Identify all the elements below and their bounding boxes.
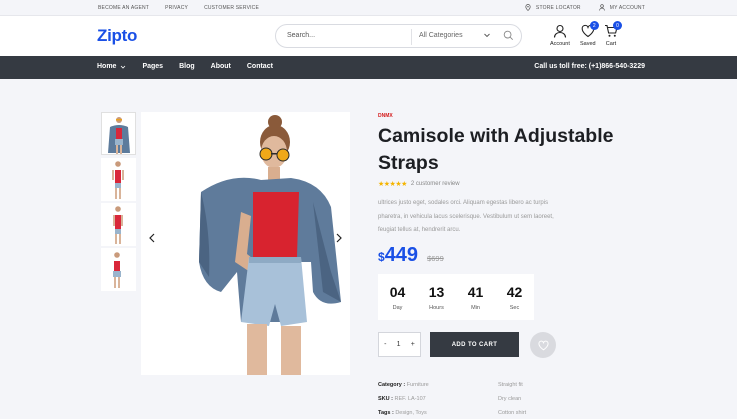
quantity-stepper: - 1 + — [378, 332, 421, 357]
countdown-value: 42 — [506, 283, 523, 300]
add-to-wishlist-button[interactable] — [530, 332, 556, 358]
product-sku: SKU : REF. LA-107 — [378, 396, 426, 402]
saved-label: Saved — [580, 41, 596, 47]
chevron-down-icon — [120, 64, 126, 70]
chevron-right-icon — [336, 233, 342, 243]
search-icon[interactable] — [503, 30, 514, 41]
customer-service-link[interactable]: CUSTOMER SERVICE — [204, 5, 259, 11]
review-count[interactable]: 2 customer review — [411, 181, 460, 187]
search-divider — [411, 29, 412, 45]
store-locator-link[interactable]: STORE LOCATOR — [525, 4, 581, 11]
search-bar: Search... All Categories — [275, 24, 522, 48]
countdown-value: 41 — [467, 283, 484, 300]
feature-item: Straight fit — [498, 382, 523, 388]
category-value[interactable]: Furniture — [407, 382, 429, 388]
increment-button[interactable]: + — [411, 341, 415, 348]
nav-home-label: Home — [97, 63, 117, 70]
category-label: Category : — [378, 382, 406, 388]
cart-button[interactable]: 0 Cart — [604, 21, 622, 47]
countdown-hours: 13 Hours — [417, 274, 456, 320]
product-thumbnail-image — [101, 158, 136, 201]
nav-item-pages[interactable]: Pages — [142, 63, 163, 70]
nav-item-contact[interactable]: Contact — [247, 63, 273, 70]
sale-countdown: 04 Day 13 Hours 41 Min 42 Sec — [378, 274, 534, 320]
logo[interactable]: Zipto — [97, 26, 137, 46]
product-description: ultrices justo eget, sodales orci. Aliqu… — [378, 200, 554, 233]
rating-stars: ★★★★★ — [378, 181, 407, 188]
nav-item-home[interactable]: Home — [97, 63, 126, 70]
top-bar: BECOME AN AGENT PRIVACY CUSTOMER SERVICE… — [0, 0, 737, 16]
product-thumbnail-image — [101, 248, 136, 291]
tags-value[interactable]: Design, Toys — [395, 410, 426, 416]
chevron-down-icon[interactable] — [483, 31, 491, 39]
countdown-value: 04 — [389, 283, 406, 300]
account-button[interactable]: Account — [550, 24, 570, 47]
countdown-day: 04 Day — [378, 274, 417, 320]
product-thumbnail[interactable] — [101, 203, 136, 246]
product-thumbnail[interactable] — [101, 112, 136, 155]
privacy-link[interactable]: PRIVACY — [165, 5, 188, 11]
feature-item: Dry clean — [498, 396, 522, 402]
countdown-unit: Min — [471, 304, 480, 311]
product-thumbnail[interactable] — [101, 248, 136, 291]
countdown-unit: Sec — [509, 304, 520, 311]
product-main-image[interactable] — [141, 112, 350, 375]
search-input[interactable]: Search... — [287, 32, 315, 39]
heart-icon: 2 — [581, 21, 599, 38]
header: Zipto Search... All Categories Account 2… — [0, 16, 737, 56]
countdown-value: 13 — [428, 283, 445, 300]
next-image-arrow[interactable] — [335, 233, 343, 246]
product-thumbnail[interactable] — [101, 158, 136, 201]
chevron-left-icon — [149, 233, 155, 243]
decrement-button[interactable]: - — [384, 341, 386, 348]
countdown-sec: 42 Sec — [495, 274, 534, 320]
nav-item-about[interactable]: About — [211, 63, 231, 70]
cart-icon: 0 — [604, 21, 622, 38]
store-locator-label: STORE LOCATOR — [535, 4, 581, 11]
price-currency: $ — [378, 250, 385, 264]
sku-value: REF. LA-107 — [394, 396, 426, 402]
map-pin-icon — [525, 4, 531, 11]
quantity-input[interactable]: 1 — [397, 341, 401, 348]
my-account-link[interactable]: MY ACCOUNT — [599, 4, 645, 11]
account-label: Account — [550, 41, 570, 47]
user-icon — [553, 24, 567, 38]
cart-label: Cart — [605, 41, 617, 47]
product-brand[interactable]: DNMX — [378, 113, 393, 119]
feature-item: Cotton shirt — [498, 410, 527, 416]
countdown-min: 41 Min — [456, 274, 495, 320]
main-nav: Home Pages Blog About Contact Call us to… — [0, 56, 737, 79]
nav-item-blog[interactable]: Blog — [179, 63, 195, 70]
product-photo — [141, 112, 350, 375]
product-price: $ 449 $699 — [378, 244, 444, 267]
heart-icon — [537, 340, 549, 350]
product-thumbnail-image — [101, 203, 136, 246]
product-tags: Tags : Design, Toys — [378, 410, 427, 416]
product-category: Category : Furniture — [378, 382, 429, 388]
saved-button[interactable]: 2 Saved — [580, 21, 599, 47]
my-account-label: MY ACCOUNT — [609, 4, 645, 11]
add-to-cart-button[interactable]: ADD TO CART — [430, 332, 519, 357]
product-rating: ★★★★★ 2 customer review — [378, 180, 460, 188]
product-thumbnail-image — [102, 113, 135, 154]
become-agent-link[interactable]: BECOME AN AGENT — [98, 5, 149, 11]
countdown-unit: Day — [392, 304, 403, 311]
saved-count-badge: 2 — [589, 21, 599, 30]
user-icon — [599, 4, 605, 11]
call-toll-free: Call us toll free: (+1)866-540-3229 — [534, 63, 645, 70]
old-price: $699 — [427, 254, 444, 263]
product-title: Camisole with Adjustable Straps — [378, 125, 614, 174]
prev-image-arrow[interactable] — [148, 233, 156, 246]
current-price: 449 — [384, 244, 419, 266]
sku-label: SKU : — [378, 396, 393, 402]
cart-count-badge: 0 — [613, 21, 622, 30]
category-select[interactable]: All Categories — [419, 32, 463, 39]
tags-label: Tags : — [378, 410, 394, 416]
countdown-unit: Hours — [429, 304, 444, 311]
